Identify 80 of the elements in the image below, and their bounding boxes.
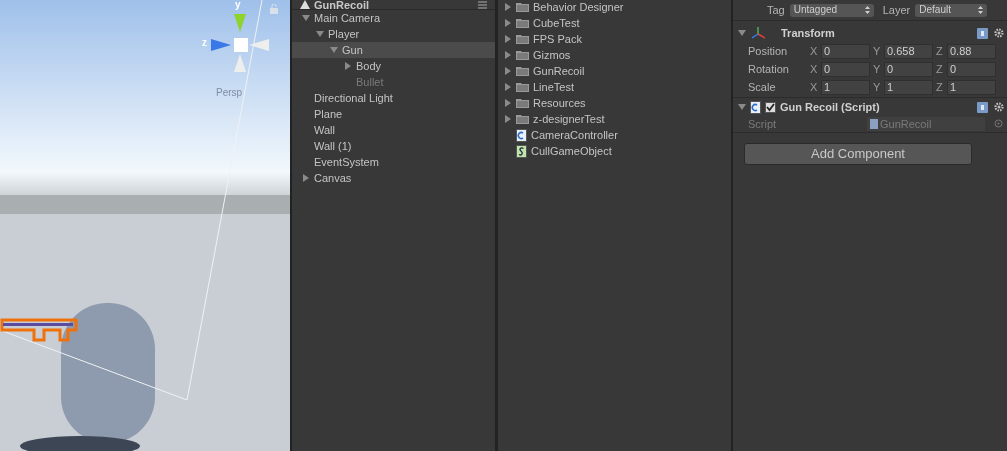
project-item[interactable]: LineTest: [498, 79, 731, 95]
hierarchy-item[interactable]: Player: [292, 26, 495, 42]
checkmark-icon: [766, 102, 775, 112]
hierarchy-item[interactable]: EventSystem: [292, 154, 495, 170]
settings-icon[interactable]: [994, 27, 1005, 39]
object-picker-icon[interactable]: [994, 119, 1003, 128]
folder-icon: [516, 114, 529, 124]
script-field: GunRecoil: [867, 116, 985, 131]
hierarchy-item[interactable]: Wall: [292, 122, 495, 138]
menu-icon[interactable]: [475, 0, 487, 9]
number-field[interactable]: 1: [947, 79, 996, 95]
project-item[interactable]: CullGameObject: [498, 143, 731, 159]
project-item[interactable]: CameraController: [498, 127, 731, 143]
dropdown-arrows-icon: [978, 6, 984, 14]
help-icon[interactable]: [977, 101, 988, 113]
tag-label: Tag: [767, 3, 785, 18]
folder-icon: [516, 34, 529, 44]
number-field[interactable]: 0.88: [947, 43, 996, 59]
axes-icon: [752, 27, 765, 39]
orientation-gizmo-icon[interactable]: [209, 12, 271, 74]
axis-label[interactable]: X: [810, 61, 819, 77]
expand-arrow-icon[interactable]: [738, 103, 746, 111]
component-title: Transform: [781, 26, 835, 41]
axis-label[interactable]: Z: [936, 61, 945, 77]
project-item[interactable]: CubeTest: [498, 15, 731, 31]
layer-label: Layer: [882, 3, 911, 18]
folder-icon: [516, 50, 529, 60]
number-field[interactable]: 0: [821, 61, 870, 77]
script-file-icon: [750, 100, 761, 114]
hierarchy-item[interactable]: Body: [292, 58, 495, 74]
folder-icon: [516, 82, 529, 92]
axis-label[interactable]: X: [810, 79, 819, 95]
axis-label[interactable]: Z: [936, 43, 945, 59]
property-label: Scale: [748, 80, 777, 95]
number-field[interactable]: 0: [884, 61, 933, 77]
layer-dropdown[interactable]: Default: [915, 3, 988, 17]
folder-icon: [516, 98, 529, 108]
hierarchy-item[interactable]: Gun: [292, 42, 495, 58]
expand-arrow-icon[interactable]: [738, 29, 746, 37]
axis-label[interactable]: X: [810, 43, 819, 59]
dropdown-arrows-icon: [864, 6, 870, 14]
project-item[interactable]: Resources: [498, 95, 731, 111]
folder-icon: [516, 66, 529, 76]
folder-icon: [516, 2, 529, 12]
axis-label[interactable]: Y: [873, 61, 882, 77]
component-title: Gun Recoil (Script): [780, 100, 880, 115]
axis-label: y: [235, 0, 241, 10]
number-field[interactable]: 0.658: [884, 43, 933, 59]
number-field[interactable]: 0: [947, 61, 996, 77]
folder-icon: [516, 18, 529, 28]
property-label: Position: [748, 44, 789, 59]
project-item[interactable]: z-designerTest: [498, 111, 731, 127]
hierarchy-item[interactable]: Canvas: [292, 170, 495, 186]
expand-arrow-icon[interactable]: [302, 174, 310, 182]
hierarchy-item[interactable]: Wall (1): [292, 138, 495, 154]
project-item[interactable]: Gizmos: [498, 47, 731, 63]
axis-label[interactable]: Z: [936, 79, 945, 95]
axis-label[interactable]: Y: [873, 79, 882, 95]
enabled-checkbox[interactable]: [765, 101, 776, 113]
script-file-icon: [516, 128, 527, 142]
number-field[interactable]: 0: [821, 43, 870, 59]
project-item[interactable]: FPS Pack: [498, 31, 731, 47]
add-component-button[interactable]: Add Component: [744, 143, 972, 165]
tag-dropdown[interactable]: Untagged: [789, 3, 874, 17]
project-item[interactable]: Behavior Designer: [498, 0, 731, 15]
axis-label: z: [202, 38, 207, 48]
property-label: Rotation: [748, 62, 790, 77]
number-field[interactable]: 1: [821, 79, 870, 95]
hierarchy-item[interactable]: Main Camera: [292, 10, 495, 26]
number-field[interactable]: 1: [884, 79, 933, 95]
settings-icon[interactable]: [994, 101, 1005, 113]
property-label: Script: [748, 116, 778, 132]
hierarchy-item[interactable]: Plane: [292, 106, 495, 122]
script-file-icon: [870, 118, 878, 129]
script-file-icon: [516, 144, 527, 158]
axis-label[interactable]: Y: [873, 43, 882, 59]
hierarchy-item[interactable]: Directional Light: [292, 90, 495, 106]
help-icon[interactable]: [977, 27, 988, 39]
scene-title: GunRecoil: [314, 0, 369, 10]
project-item[interactable]: GunRecoil: [498, 63, 731, 79]
